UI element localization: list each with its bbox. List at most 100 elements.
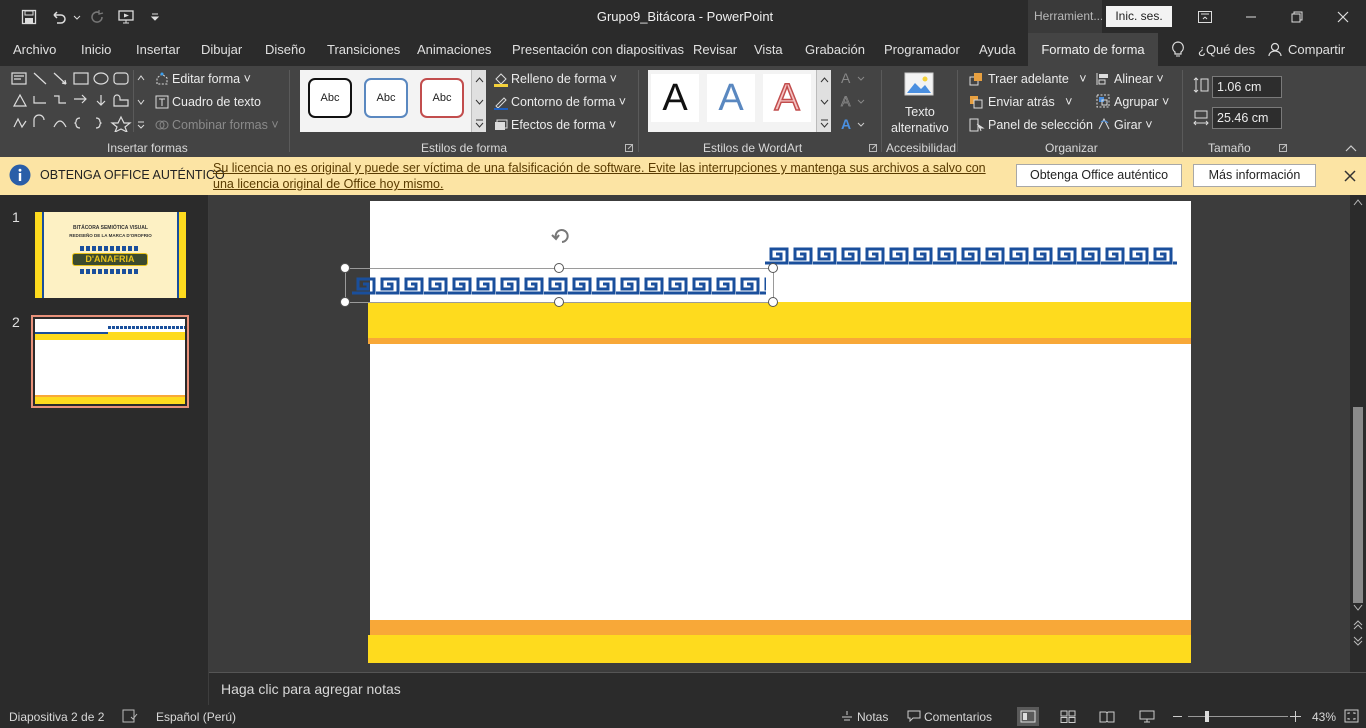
- tab-revisar[interactable]: Revisar: [693, 33, 737, 66]
- shape-effects-button[interactable]: Efectos de forma ˅: [511, 118, 616, 132]
- text-box-button[interactable]: Cuadro de texto: [172, 95, 261, 109]
- wordart-style-red-outline[interactable]: A: [763, 74, 811, 122]
- share-button[interactable]: Compartir: [1288, 33, 1345, 66]
- shapes-gallery[interactable]: [8, 70, 148, 132]
- tab-presentacion[interactable]: Presentación con diapositivas: [512, 33, 684, 66]
- save-icon[interactable]: [18, 6, 40, 28]
- notes-pane[interactable]: Haga clic para agregar notas: [209, 672, 1366, 705]
- slide-sorter-view-icon[interactable]: [1060, 710, 1076, 723]
- tab-vista[interactable]: Vista: [754, 33, 783, 66]
- wordart-style-black[interactable]: A: [651, 74, 699, 122]
- tab-transiciones[interactable]: Transiciones: [327, 33, 400, 66]
- resize-handle-bottom[interactable]: [554, 297, 564, 307]
- text-effects-icon[interactable]: A: [840, 116, 870, 132]
- zoom-in-icon[interactable]: [1290, 711, 1301, 722]
- wordart-gallery-more-icon[interactable]: [816, 70, 831, 132]
- shape-style-blue[interactable]: Abc: [364, 78, 408, 118]
- notes-placeholder[interactable]: Haga clic para agregar notas: [221, 681, 401, 697]
- shape-width-input[interactable]: 25.46 cm: [1212, 107, 1282, 129]
- scroll-up-icon[interactable]: [1353, 198, 1363, 206]
- share-person-icon[interactable]: [1268, 42, 1283, 57]
- shape-outline-button[interactable]: Contorno de forma ˅: [511, 95, 626, 109]
- tab-animaciones[interactable]: Animaciones: [417, 33, 491, 66]
- spelling-check-icon[interactable]: [122, 709, 138, 723]
- ribbon-display-options-icon[interactable]: [1182, 0, 1228, 33]
- tab-programador[interactable]: Programador: [884, 33, 960, 66]
- banner-message-link[interactable]: Su licencia no es original y puede ser v…: [213, 160, 993, 192]
- selection-pane-button[interactable]: Panel de selección: [988, 118, 1093, 132]
- shape-styles-dialog-launcher-icon[interactable]: [625, 144, 633, 152]
- scroll-thumb[interactable]: [1353, 407, 1363, 603]
- next-slide-icon[interactable]: [1353, 636, 1363, 646]
- resize-handle-top[interactable]: [554, 263, 564, 273]
- group-button[interactable]: Agrupar ˅: [1114, 95, 1169, 109]
- alt-text-icon[interactable]: [904, 72, 934, 100]
- bring-forward-button[interactable]: Traer adelante ˅: [988, 72, 1087, 86]
- shape-style-red[interactable]: Abc: [420, 78, 464, 118]
- shape-height-input[interactable]: 1.06 cm: [1212, 76, 1282, 98]
- comments-toggle[interactable]: Comentarios: [924, 710, 992, 724]
- scroll-down-icon[interactable]: [1353, 604, 1363, 612]
- slide-thumbnail-2[interactable]: [31, 315, 189, 408]
- notes-toggle[interactable]: Notas: [857, 710, 888, 724]
- shape-fill-button[interactable]: Relleno de forma ˅: [511, 72, 617, 86]
- undo-dropdown-icon[interactable]: [66, 6, 88, 28]
- normal-view-icon[interactable]: [1017, 707, 1039, 726]
- tab-inicio[interactable]: Inicio: [81, 33, 111, 66]
- greek-key-pattern-right[interactable]: [765, 247, 1177, 265]
- collapse-ribbon-icon[interactable]: [1345, 144, 1357, 152]
- bottom-yellow-band[interactable]: [368, 635, 1191, 663]
- size-dialog-launcher-icon[interactable]: [1279, 144, 1287, 152]
- tab-ayuda[interactable]: Ayuda: [979, 33, 1016, 66]
- top-yellow-band[interactable]: [368, 302, 1191, 338]
- send-backward-button[interactable]: Enviar atrás ˅: [988, 95, 1072, 109]
- tab-formato-de-forma[interactable]: Formato de forma: [1028, 33, 1158, 66]
- rotate-button[interactable]: Girar ˅: [1114, 118, 1153, 132]
- slideshow-view-icon[interactable]: [1139, 710, 1155, 723]
- wordart-style-blue[interactable]: A: [707, 74, 755, 122]
- slideshow-from-start-icon[interactable]: [116, 6, 138, 28]
- customize-toolbar-icon[interactable]: [144, 6, 166, 28]
- greek-key-pattern-left-selected[interactable]: [352, 277, 766, 295]
- notes-toggle-icon[interactable]: [840, 710, 854, 722]
- shapes-gallery-more-icon[interactable]: [133, 70, 147, 132]
- wordart-dialog-launcher-icon[interactable]: [869, 144, 877, 152]
- close-icon[interactable]: [1320, 0, 1366, 33]
- alt-text-label-line1[interactable]: Texto: [905, 105, 935, 119]
- more-info-button[interactable]: Más información: [1193, 164, 1316, 187]
- tell-me-search[interactable]: ¿Qué des: [1198, 33, 1255, 66]
- align-button[interactable]: Alinear ˅: [1114, 72, 1164, 86]
- reading-view-icon[interactable]: [1099, 710, 1115, 723]
- tab-dibujar[interactable]: Dibujar: [201, 33, 242, 66]
- slide-thumbnail-1[interactable]: BITÁCORA SEMIÓTICA VISUAL REDISEÑO DE LA…: [35, 212, 186, 298]
- tab-archivo[interactable]: Archivo: [13, 33, 56, 66]
- previous-slide-icon[interactable]: [1353, 620, 1363, 630]
- shape-style-black[interactable]: Abc: [308, 78, 352, 118]
- text-fill-icon[interactable]: A: [840, 70, 870, 86]
- alt-text-label-line2[interactable]: alternativo: [891, 121, 949, 135]
- tab-diseno[interactable]: Diseño: [265, 33, 305, 66]
- close-banner-icon[interactable]: [1344, 170, 1356, 182]
- sign-in-button[interactable]: Inic. ses.: [1106, 6, 1172, 27]
- vertical-scrollbar[interactable]: [1350, 195, 1366, 672]
- resize-handle-bottom-right[interactable]: [768, 297, 778, 307]
- get-genuine-office-button[interactable]: Obtenga Office auténtico: [1016, 164, 1182, 187]
- edit-shape-button[interactable]: Editar forma ˅: [172, 72, 251, 86]
- language-indicator[interactable]: Español (Perú): [156, 710, 236, 724]
- zoom-slider-thumb[interactable]: [1205, 711, 1209, 722]
- tab-insertar[interactable]: Insertar: [136, 33, 180, 66]
- rotation-handle-icon[interactable]: [550, 226, 574, 246]
- comments-icon[interactable]: [907, 710, 921, 722]
- zoom-slider-track[interactable]: [1188, 716, 1288, 717]
- resize-handle-bottom-left[interactable]: [340, 297, 350, 307]
- lightbulb-icon[interactable]: [1171, 41, 1185, 58]
- resize-handle-top-left[interactable]: [340, 263, 350, 273]
- minimize-icon[interactable]: [1228, 0, 1274, 33]
- zoom-level[interactable]: 43%: [1312, 710, 1336, 724]
- resize-handle-top-right[interactable]: [768, 263, 778, 273]
- restore-icon[interactable]: [1274, 0, 1320, 33]
- zoom-out-icon[interactable]: [1173, 716, 1182, 717]
- fit-slide-to-window-icon[interactable]: [1344, 709, 1359, 723]
- shape-style-gallery-more-icon[interactable]: [471, 70, 486, 132]
- text-outline-icon[interactable]: A: [840, 93, 870, 109]
